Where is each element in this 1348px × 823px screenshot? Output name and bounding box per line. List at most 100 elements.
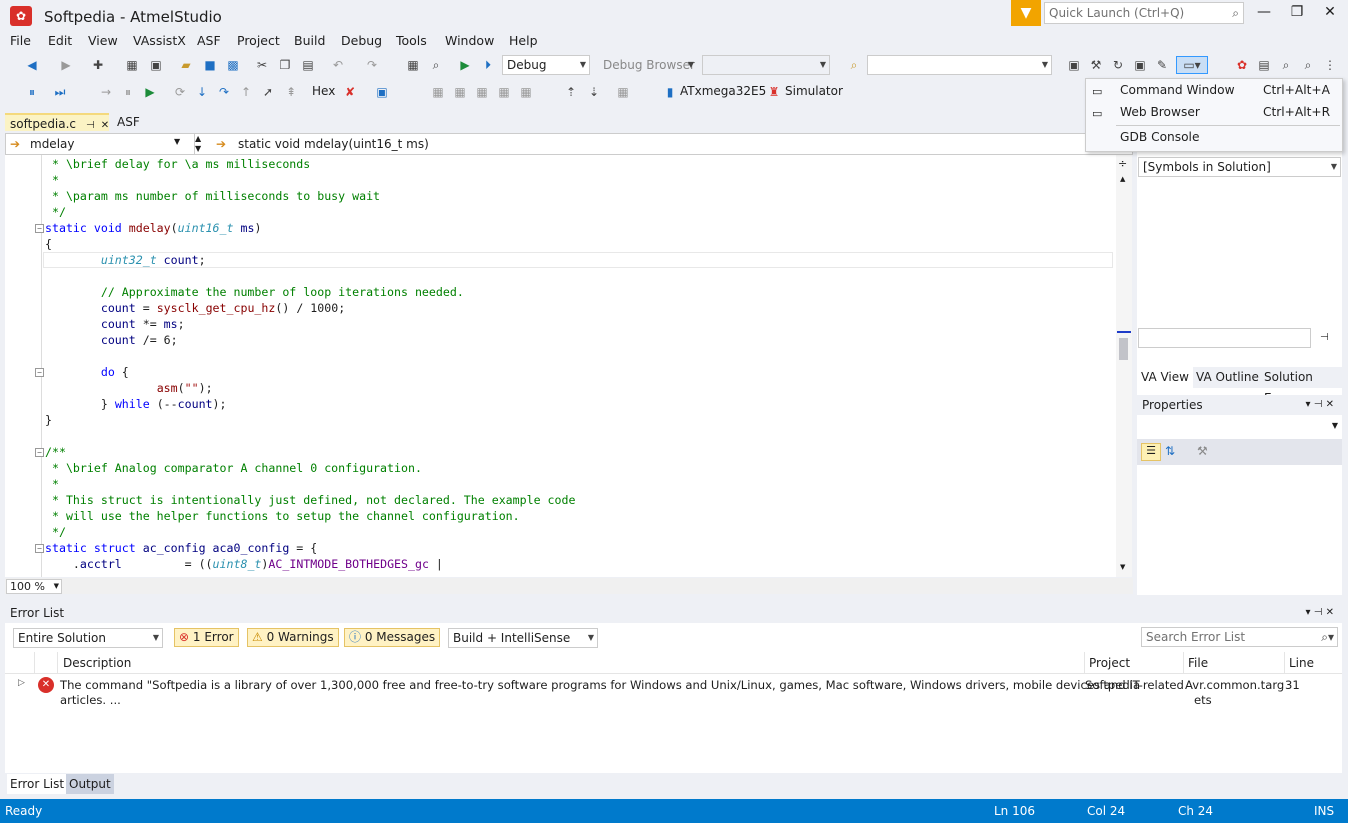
memory-icon[interactable]: ▦ (430, 84, 446, 100)
menu-build[interactable]: Build (294, 33, 325, 48)
categorized-icon[interactable]: ☰ (1141, 443, 1161, 461)
device-selector[interactable]: ATxmega32E5 (680, 84, 766, 98)
new-file-icon[interactable]: ▣ (148, 57, 164, 73)
copy-icon[interactable]: ❐ (277, 57, 293, 73)
extension-icon[interactable]: ▤ (1256, 57, 1272, 73)
code-editor[interactable]: * \brief delay for \a ms milliseconds * … (5, 155, 1116, 577)
refresh-icon[interactable]: ↻ (1110, 57, 1126, 73)
error-row[interactable]: ▷ ✕ The command "Softpedia is a library … (5, 676, 1342, 710)
menu-item-web-browser[interactable]: Web Browser (1120, 105, 1200, 119)
menu-view[interactable]: View (88, 33, 118, 48)
split-icon[interactable]: ÷ (1118, 157, 1127, 170)
atmel-gallery-icon[interactable]: ✿ (1234, 57, 1250, 73)
column-description[interactable]: Description (63, 653, 131, 675)
break-all-icon[interactable]: ⏸ (24, 84, 40, 100)
io-view-icon[interactable]: ▦ (474, 84, 490, 100)
menu-edit[interactable]: Edit (48, 33, 72, 48)
hex-display-toggle[interactable]: Hex (312, 84, 335, 98)
close-tab-icon[interactable]: ✕ (101, 120, 109, 131)
tools-icon[interactable]: ✎ (1154, 57, 1170, 73)
debug-browser-combo[interactable]: Debug Browser ▼ (598, 55, 698, 75)
properties-object-combo[interactable]: ▼ (1137, 417, 1342, 437)
find-in-files-icon[interactable]: ⌕ (846, 57, 862, 73)
scope-filter-combo[interactable]: Entire Solution ▼ (13, 628, 163, 648)
watch-icon[interactable]: ▦ (518, 84, 534, 100)
member-combo[interactable]: static void mdelay(uint16_t ms) (238, 137, 429, 151)
disable-breakpoints-icon[interactable]: ✘ (342, 84, 358, 100)
tab-softpedia-c[interactable]: softpedia.c ⊣ ✕ (5, 113, 109, 131)
minimize-button[interactable]: — (1249, 4, 1279, 20)
menu-window[interactable]: Window (445, 33, 494, 48)
windows-icon[interactable]: ▣ (374, 84, 390, 100)
search-error-list-input[interactable]: Search Error List ⌕▾ (1141, 627, 1338, 647)
back-icon[interactable]: ◀ (24, 57, 40, 73)
va-search-input[interactable] (1138, 328, 1311, 348)
step-icon[interactable]: ⏭ (52, 84, 68, 100)
fold-toggle[interactable]: − (35, 224, 44, 233)
tool-selector[interactable]: Simulator (785, 84, 843, 98)
configuration-combo[interactable]: Debug ▼ (502, 55, 590, 75)
continue-icon[interactable]: ▶ (142, 84, 158, 100)
zoom-combo[interactable]: 100 % ▼ (6, 579, 62, 594)
errors-filter-button[interactable]: ⊗ 1 Error (174, 628, 239, 647)
symbols-scope-combo[interactable]: [Symbols in Solution] ▼ (1138, 157, 1341, 177)
start-debugging-icon[interactable]: ▶ (457, 57, 473, 73)
forward-icon[interactable]: ▶ (58, 57, 74, 73)
menu-item-command-window[interactable]: Command Window (1120, 83, 1235, 97)
property-pages-icon[interactable]: ⚒ (1197, 444, 1208, 458)
menu-project[interactable]: Project (237, 33, 280, 48)
scope-combo[interactable]: mdelay (30, 137, 74, 151)
save-icon[interactable]: ■ (202, 57, 218, 73)
scroll-up-icon[interactable]: ▲ (1120, 175, 1125, 183)
processor-icon[interactable]: ▦ (496, 84, 512, 100)
show-next-statement-icon[interactable]: → (98, 84, 114, 100)
find-combo[interactable]: ▼ (867, 55, 1052, 75)
tab-asf-wizard[interactable]: ASF Wizard (112, 113, 182, 147)
menu-vassistx[interactable]: VAssistX (133, 33, 186, 48)
menu-tools[interactable]: Tools (396, 33, 427, 48)
pin-icon[interactable]: ⊣ (86, 120, 95, 131)
save-all-icon[interactable]: ▩ (225, 57, 241, 73)
scroll-thumb[interactable] (1119, 338, 1128, 360)
set-next-statement-icon[interactable]: ⇞ (283, 84, 299, 100)
menu-item-gdb-console[interactable]: GDB Console (1120, 130, 1199, 144)
messages-filter-button[interactable]: ⓘ 0 Messages (344, 628, 441, 647)
fold-toggle[interactable]: − (35, 448, 44, 457)
undo-icon[interactable]: ↶ (330, 57, 346, 73)
registers-icon[interactable]: ▦ (452, 84, 468, 100)
scope-dropdown-icon[interactable]: ▼ (174, 137, 180, 146)
tab-va-outline[interactable]: VA Outline (1196, 367, 1259, 388)
find-icon[interactable]: ⌕ (428, 57, 444, 73)
fold-toggle[interactable]: − (35, 368, 44, 377)
redo-icon[interactable]: ↷ (364, 57, 380, 73)
new-project-icon[interactable]: ✚ (90, 57, 106, 73)
terminal-icon[interactable]: ▣ (1132, 57, 1148, 73)
tab-output[interactable]: Output (66, 774, 114, 794)
add-item-icon[interactable]: ▦ (124, 57, 140, 73)
layout-icon[interactable]: ▦ (615, 84, 631, 100)
download-icon[interactable]: ⇣ (586, 84, 602, 100)
paste-icon[interactable]: ▤ (300, 57, 316, 73)
menu-asf[interactable]: ASF (197, 33, 221, 48)
expand-row-icon[interactable]: ▷ (18, 678, 25, 688)
column-project[interactable]: Project (1089, 653, 1130, 675)
open-folder-icon[interactable]: ▰ (178, 57, 194, 73)
scroll-down-icon[interactable]: ▼ (1120, 563, 1125, 571)
menu-file[interactable]: File (10, 33, 31, 48)
editor-horizontal-scrollbar[interactable] (5, 578, 1133, 594)
start-without-debugging-icon[interactable]: ⏵ (480, 57, 496, 73)
step-over-icon[interactable]: ↷ (216, 84, 232, 100)
device-programming-icon[interactable]: ▣ (1066, 57, 1082, 73)
close-button[interactable]: ✕ (1315, 4, 1345, 20)
tab-va-view[interactable]: VA View (1137, 367, 1193, 388)
column-line[interactable]: Line (1289, 653, 1314, 675)
solution-explorer-icon[interactable]: ▦ (405, 57, 421, 73)
quick-launch-input[interactable]: Quick Launch (Ctrl+Q) ⌕ (1044, 2, 1244, 24)
menu-debug[interactable]: Debug (341, 33, 382, 48)
pause-icon[interactable]: ⏸ (120, 84, 136, 100)
fold-toggle[interactable]: − (35, 544, 44, 553)
build-filter-combo[interactable]: Build + IntelliSense ▼ (448, 628, 598, 648)
restart-icon[interactable]: ⟳ (172, 84, 188, 100)
chip-icon[interactable]: ▮ (662, 84, 678, 100)
cut-icon[interactable]: ✂ (254, 57, 270, 73)
